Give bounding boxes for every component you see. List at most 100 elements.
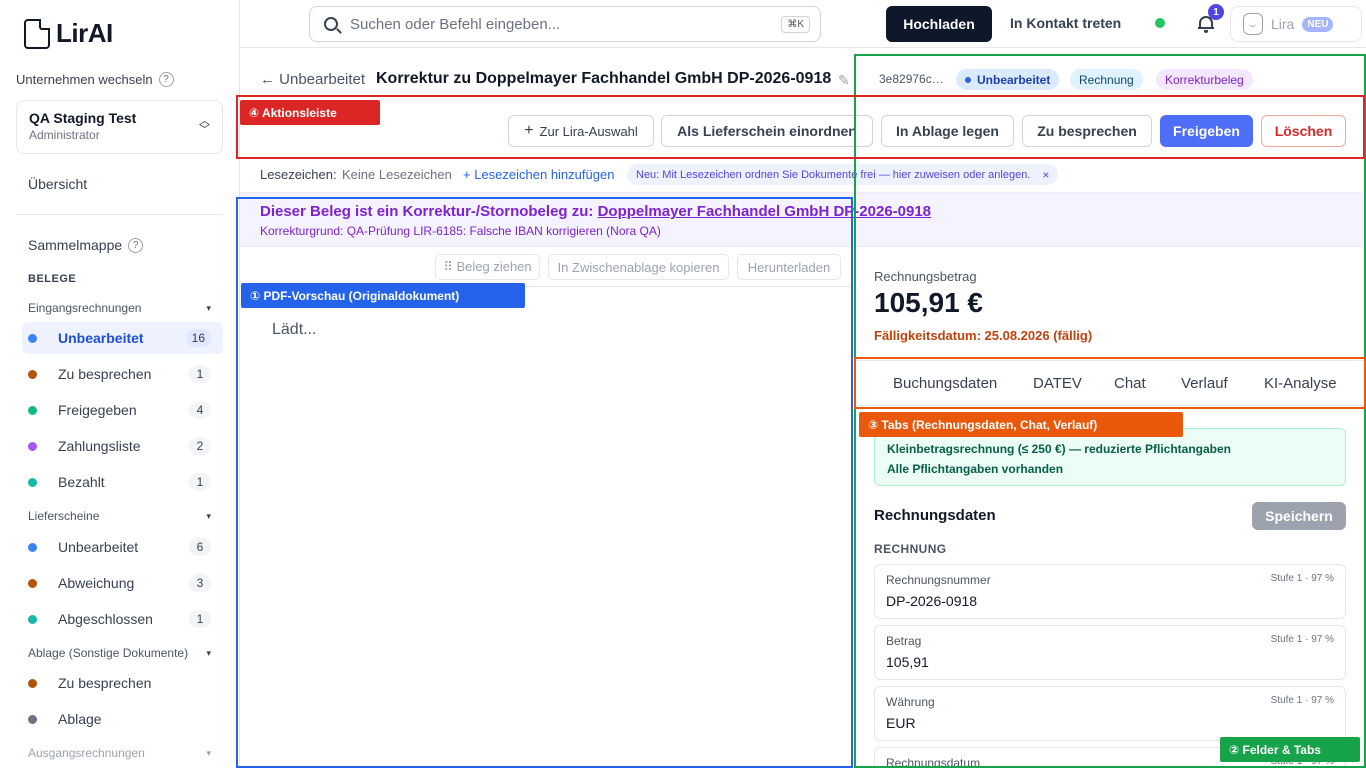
page-title: Korrektur zu Doppelmayer Fachhandel GmbH… <box>376 70 832 87</box>
confidence-label: Stufe 1 · 97 % <box>1270 573 1334 584</box>
notification-badge: 1 <box>1208 4 1224 20</box>
save-button[interactable]: Speichern <box>1252 502 1346 530</box>
sidebar-item-label: Abgeschlossen <box>58 611 153 627</box>
status-dot <box>28 369 37 379</box>
lira-assistant-button[interactable]: Lira NEU <box>1230 6 1362 42</box>
logo-icon <box>24 18 50 49</box>
sidebar-item-eingang-freigegeben[interactable]: Freigegeben 4 <box>22 394 223 426</box>
discuss-button[interactable]: Zu besprechen <box>1022 115 1152 147</box>
confidence-label: Stufe 1 · 97 % <box>1270 634 1334 645</box>
search-bar[interactable]: Suchen oder Befehl eingeben... ⌘K <box>309 6 821 42</box>
field-currency[interactable]: Währung Stufe 1 · 97 % EUR <box>874 686 1346 741</box>
field-amount[interactable]: Betrag Stufe 1 · 97 % 105,91 <box>874 625 1346 680</box>
status-dot <box>28 441 37 451</box>
tab-chat[interactable]: Chat <box>1114 375 1146 392</box>
panel-divider <box>855 247 856 768</box>
sidebar-item-label: Abweichung <box>58 575 135 591</box>
pdf-preview[interactable] <box>240 286 852 768</box>
close-icon[interactable]: × <box>1042 168 1049 182</box>
edit-icon[interactable]: ✎ <box>838 72 850 89</box>
status-dot <box>28 405 37 415</box>
correction-banner: Dieser Beleg ist ein Korrektur-/Stornobe… <box>240 192 1366 247</box>
chevron-up-down-icon: ︿ ﹀ <box>199 115 210 136</box>
compliance-line: Kleinbetragsrechnung (≤ 250 €) — reduzie… <box>887 442 1231 456</box>
sidebar-item-eingang-zahlungsliste[interactable]: Zahlungsliste 2 <box>22 430 223 462</box>
tab-ki-analyse[interactable]: KI-Analyse <box>1264 375 1337 392</box>
sidebar-item-label: Unbearbeitet <box>58 539 139 555</box>
annotation-label-pdf: ① PDF-Vorschau (Originaldokument) <box>241 283 525 308</box>
correction-title: Dieser Beleg ist ein Korrektur-/Stornobe… <box>260 203 931 220</box>
correction-badge: Korrekturbeleg <box>1156 69 1253 90</box>
status-dot <box>28 542 37 552</box>
delete-button[interactable]: Löschen <box>1261 115 1346 147</box>
drag-document-button[interactable]: ⠿ Beleg ziehen <box>435 254 540 280</box>
download-button[interactable]: Herunterladen <box>737 254 841 280</box>
count-badge: 6 <box>189 538 211 556</box>
group-eingangsrechnungen[interactable]: Eingangsrechnungen ▾ <box>28 301 211 315</box>
sidebar-item-liefer-unbearbeitet[interactable]: Unbearbeitet 6 <box>22 531 223 563</box>
logo-text: LirAI <box>56 18 113 48</box>
online-status-dot <box>1155 18 1165 28</box>
field-invoice-number[interactable]: Rechnungsnummer Stufe 1 · 97 % DP-2026-0… <box>874 564 1346 619</box>
tab-buchungsdaten[interactable]: Buchungsdaten <box>893 375 997 392</box>
sidebar: LirAI Unternehmen wechseln ? QA Staging … <box>0 0 240 768</box>
status-dot <box>965 76 971 83</box>
sammelmappe-label: Sammelmappe <box>28 237 123 253</box>
sidebar-item-eingang-zu-besprechen[interactable]: Zu besprechen 1 <box>22 358 223 390</box>
correction-reason: Korrekturgrund: QA-Prüfung LIR-6185: Fal… <box>260 224 661 238</box>
sidebar-item-liefer-abweichung[interactable]: Abweichung 3 <box>22 567 223 599</box>
sidebar-item-eingang-bezahlt[interactable]: Bezahlt 1 <box>22 466 223 498</box>
help-icon[interactable]: ? <box>128 237 144 253</box>
nav-sammelmappe[interactable]: Sammelmappe ? <box>28 237 144 253</box>
status-dot <box>28 678 37 688</box>
lira-selection-button[interactable]: + Zur Lira-Auswahl <box>508 115 654 147</box>
group-lieferscheine[interactable]: Lieferscheine ▾ <box>28 509 211 523</box>
upload-button[interactable]: Hochladen <box>886 6 992 42</box>
invoice-section-header: RECHNUNG <box>874 542 947 556</box>
sidebar-item-label: Ablage <box>58 711 102 727</box>
group-ablage[interactable]: Ablage (Sonstige Dokumente) ▾ <box>28 646 211 660</box>
shortcut-hint: ⌘K <box>781 15 810 33</box>
search-icon <box>324 17 338 31</box>
top-bar: Suchen oder Befehl eingeben... ⌘K Hochla… <box>241 0 1366 48</box>
chevron-down-icon: ▾ <box>206 510 211 521</box>
field-value: EUR <box>886 715 916 731</box>
sidebar-item-eingang-unbearbeitet[interactable]: Unbearbeitet 16 <box>22 322 223 354</box>
nav-overview[interactable]: Übersicht <box>28 176 87 192</box>
status-dot <box>28 477 37 487</box>
sidebar-divider <box>16 214 223 215</box>
field-label: Währung <box>886 695 935 709</box>
archive-button[interactable]: In Ablage legen <box>881 115 1014 147</box>
as-delivery-note-button[interactable]: Als Lieferschein einordnen <box>661 115 873 147</box>
sidebar-item-liefer-abgeschlossen[interactable]: Abgeschlossen 1 <box>22 603 223 635</box>
sidebar-item-ablage[interactable]: Ablage <box>22 703 223 735</box>
contact-button[interactable]: In Kontakt treten <box>1010 15 1121 31</box>
sidebar-item-label: Zahlungsliste <box>58 438 141 454</box>
tab-datev[interactable]: DATEV <box>1033 375 1082 392</box>
detail-tabs: Buchungsdaten DATEV Chat Verlauf KI-Anal… <box>856 360 1366 406</box>
search-input[interactable]: Suchen oder Befehl eingeben... <box>350 16 781 33</box>
new-badge: NEU <box>1302 16 1334 32</box>
group-ausgangsrechnungen[interactable]: Ausgangsrechnungen ▾ <box>28 746 211 760</box>
group-title: Ausgangsrechnungen <box>28 746 145 760</box>
lira-avatar-icon <box>1243 13 1263 35</box>
loading-text: Lädt... <box>272 321 317 338</box>
group-title: Lieferscheine <box>28 509 100 523</box>
company-switcher[interactable]: QA Staging Test Administrator ︿ ﹀ <box>16 100 223 154</box>
tab-verlauf[interactable]: Verlauf <box>1181 375 1228 392</box>
annotation-label-tabs: ③ Tabs (Rechnungsdaten, Chat, Verlauf) <box>859 412 1183 437</box>
logo[interactable]: LirAI <box>24 18 113 49</box>
sidebar-item-ablage-zu-besprechen[interactable]: Zu besprechen <box>22 667 223 699</box>
status-dot <box>28 578 37 588</box>
back-link[interactable]: ← Unbearbeitet <box>260 71 365 88</box>
document-id[interactable]: 3e82976c… <box>879 72 944 86</box>
count-badge: 16 <box>185 329 211 347</box>
sidebar-item-label: Unbearbeitet <box>58 330 144 346</box>
bookmarks-label: Lesezeichen: <box>260 167 337 182</box>
approve-button[interactable]: Freigeben <box>1160 115 1253 147</box>
field-label: Betrag <box>886 634 922 648</box>
help-icon[interactable]: ? <box>158 72 174 87</box>
add-bookmark-link[interactable]: + Lesezeichen hinzufügen <box>463 167 614 182</box>
copy-to-clipboard-button[interactable]: In Zwischenablage kopieren <box>548 254 729 280</box>
original-document-link[interactable]: Doppelmayer Fachhandel GmbH DP-2026-0918 <box>598 203 931 220</box>
